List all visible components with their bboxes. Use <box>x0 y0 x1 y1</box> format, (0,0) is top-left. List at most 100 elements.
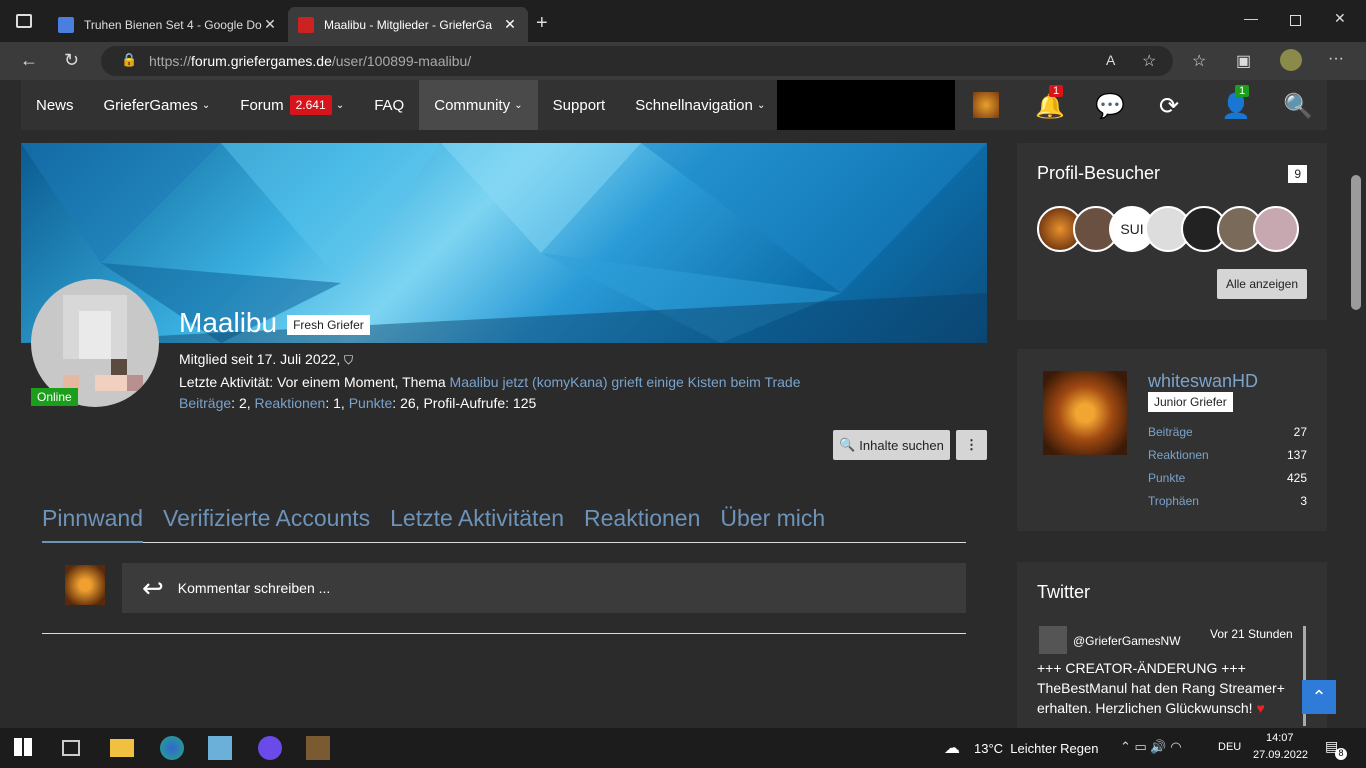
write-comment-field[interactable]: ↩ Kommentar schreiben ... <box>122 563 966 613</box>
heart-icon: ♥ <box>1256 700 1265 716</box>
reply-icon: ↩ <box>142 572 164 603</box>
online-status-badge: Online <box>31 388 78 406</box>
tab-about[interactable]: Über mich <box>720 505 825 543</box>
griefergames-favicon-icon <box>298 16 314 33</box>
minecraft-icon[interactable] <box>306 736 330 760</box>
app-icon[interactable] <box>258 736 282 760</box>
twitter-handle[interactable]: @GrieferGamesNW <box>1073 634 1181 648</box>
tweet-time[interactable]: Vor 21 Stunden <box>1210 627 1293 641</box>
visitor-avatar[interactable] <box>1253 206 1299 252</box>
back-icon[interactable]: ← <box>20 50 38 71</box>
main-menu: News GrieferGames ⌄ Forum 2.641 ⌄ FAQ Com… <box>21 80 777 130</box>
show-all-visitors-button[interactable]: Alle anzeigen <box>1217 269 1307 299</box>
address-toolbar: ← ↻ 🔒 https://forum.griefergames.de/user… <box>0 42 1366 80</box>
user-rank-badge: Fresh Griefer <box>287 314 370 335</box>
tab-reactions[interactable]: Reaktionen <box>584 505 700 543</box>
close-window-icon[interactable]: ✕ <box>1334 10 1346 27</box>
tab-actions-icon[interactable] <box>16 14 32 28</box>
tab-verified-accounts[interactable]: Verifizierte Accounts <box>163 505 370 543</box>
chevron-down-icon: ⌄ <box>756 99 766 111</box>
close-tab-icon[interactable]: ✕ <box>502 16 518 33</box>
language-indicator[interactable]: DEU <box>1218 741 1241 753</box>
profile-tabs: Pinnwand Verifizierte Accounts Letzte Ak… <box>42 505 966 543</box>
comment-author-avatar <box>65 565 105 605</box>
notifications-badge: 1 <box>1049 85 1064 97</box>
more-options-button[interactable]: ⋮ <box>956 430 987 460</box>
nav-community[interactable]: Community ⌄ <box>419 80 538 130</box>
featured-stat-posts: Beiträge 27 <box>1148 425 1307 439</box>
friends-badge: 1 <box>1235 85 1250 97</box>
featured-stat-trophies: Trophäen 3 <box>1148 494 1307 508</box>
clock-time[interactable]: 14:07 <box>1266 732 1294 744</box>
featured-username[interactable]: whiteswanHD <box>1148 371 1258 392</box>
notification-count: 8 <box>1335 748 1347 760</box>
search-icon: 🔍 <box>839 437 856 452</box>
start-icon[interactable] <box>14 738 32 756</box>
twitter-avatar[interactable] <box>1039 626 1067 654</box>
notepad-icon[interactable] <box>208 736 232 760</box>
browser-tab-bar: Truhen Bienen Set 4 - Google Do ✕ Maalib… <box>0 0 1366 42</box>
tweet-text: +++ CREATOR-ÄNDERUNG +++ TheBestManul ha… <box>1037 660 1285 716</box>
more-menu-icon[interactable]: ··· <box>1328 50 1344 68</box>
url-field[interactable]: 🔒 https://forum.griefergames.de/user/100… <box>101 46 1173 76</box>
scrollbar-thumb[interactable] <box>1351 175 1361 310</box>
lock-icon: 🔒 <box>121 52 138 67</box>
reactions-link[interactable]: Reaktionen <box>255 395 326 411</box>
tab-recent-activity[interactable]: Letzte Aktivitäten <box>390 505 564 543</box>
featured-user-avatar[interactable] <box>1043 371 1127 455</box>
user-avatar-icon[interactable] <box>973 92 999 118</box>
chevron-down-icon: ⌄ <box>514 99 523 111</box>
scroll-to-top-button[interactable]: ⌃ <box>1302 680 1336 714</box>
featured-stat-reactions: Reaktionen 137 <box>1148 448 1307 462</box>
cover-triangles <box>21 143 987 343</box>
minimize-icon[interactable]: — <box>1244 10 1258 26</box>
nav-news[interactable]: News <box>21 80 89 130</box>
points-link[interactable]: Punkte <box>349 395 393 411</box>
new-tab-icon[interactable]: + <box>536 12 548 35</box>
visitors-title: Profil-Besucher <box>1037 163 1161 183</box>
browser-tab-google-docs[interactable]: Truhen Bienen Set 4 - Google Do ✕ <box>48 7 288 42</box>
tab-pinnwand[interactable]: Pinnwand <box>42 505 144 543</box>
file-explorer-icon[interactable] <box>110 739 134 757</box>
last-activity-link[interactable]: Maalibu jetzt (komyKana) grieft einige K… <box>450 374 801 390</box>
conversations-icon[interactable]: 💬 <box>1095 92 1125 121</box>
add-favorite-icon[interactable]: ☆ <box>1142 51 1156 71</box>
refresh-icon[interactable]: ↻ <box>64 50 79 71</box>
shield-icon: ⛉ <box>343 353 353 367</box>
forum-count-badge: 2.641 <box>289 95 332 115</box>
featured-rank-badge: Junior Griefer <box>1148 392 1233 412</box>
browser-tab-maalibu[interactable]: Maalibu - Mitglieder - GrieferGa ✕ <box>288 7 528 42</box>
nav-support[interactable]: Support <box>538 80 621 130</box>
close-tab-icon[interactable]: ✕ <box>262 16 278 33</box>
task-view-icon[interactable] <box>62 740 80 756</box>
maximize-icon[interactable] <box>1290 15 1301 26</box>
favorites-icon[interactable]: ☆ <box>1192 51 1206 71</box>
twitter-panel: Twitter @GrieferGamesNW Vor 21 Stunden +… <box>1017 562 1327 728</box>
refresh-feed-icon[interactable]: ⟳ <box>1159 92 1179 121</box>
chevron-up-icon: ⌃ <box>1311 686 1327 707</box>
chevron-down-icon: ⌄ <box>201 99 211 111</box>
weather-text[interactable]: 13°C Leichter Regen <box>974 741 1098 756</box>
featured-stat-points: Punkte 425 <box>1148 471 1307 485</box>
profile-avatar-icon[interactable] <box>1280 49 1302 71</box>
divider <box>42 633 966 634</box>
weather-icon: ☁ <box>944 740 960 757</box>
nav-griefergames[interactable]: GrieferGames ⌄ <box>89 80 226 130</box>
visitors-count: 9 <box>1288 165 1307 183</box>
posts-link[interactable]: Beiträge <box>179 395 231 411</box>
clock-date[interactable]: 27.09.2022 <box>1253 749 1308 761</box>
search-icon[interactable]: 🔍 <box>1283 92 1313 121</box>
tray-icons[interactable]: ⌃ ▭ 🔊 ◠ <box>1120 739 1182 755</box>
collections-icon[interactable]: ▣ <box>1236 51 1251 71</box>
featured-user-panel: whiteswanHD Junior Griefer Beiträge 27 Re… <box>1017 349 1327 531</box>
read-aloud-icon[interactable]: A <box>1106 52 1115 68</box>
twitter-title: Twitter <box>1037 582 1091 602</box>
profile-cover-image <box>21 143 987 343</box>
nav-forum[interactable]: Forum 2.641 ⌄ <box>225 80 359 130</box>
nav-faq[interactable]: FAQ <box>359 80 419 130</box>
chevron-down-icon: ⌄ <box>335 99 345 111</box>
search-content-button[interactable]: 🔍 Inhalte suchen <box>833 430 950 460</box>
nav-schnellnavigation[interactable]: Schnellnavigation ⌄ <box>620 80 780 130</box>
edge-icon[interactable] <box>160 736 184 760</box>
google-docs-icon <box>58 16 74 33</box>
